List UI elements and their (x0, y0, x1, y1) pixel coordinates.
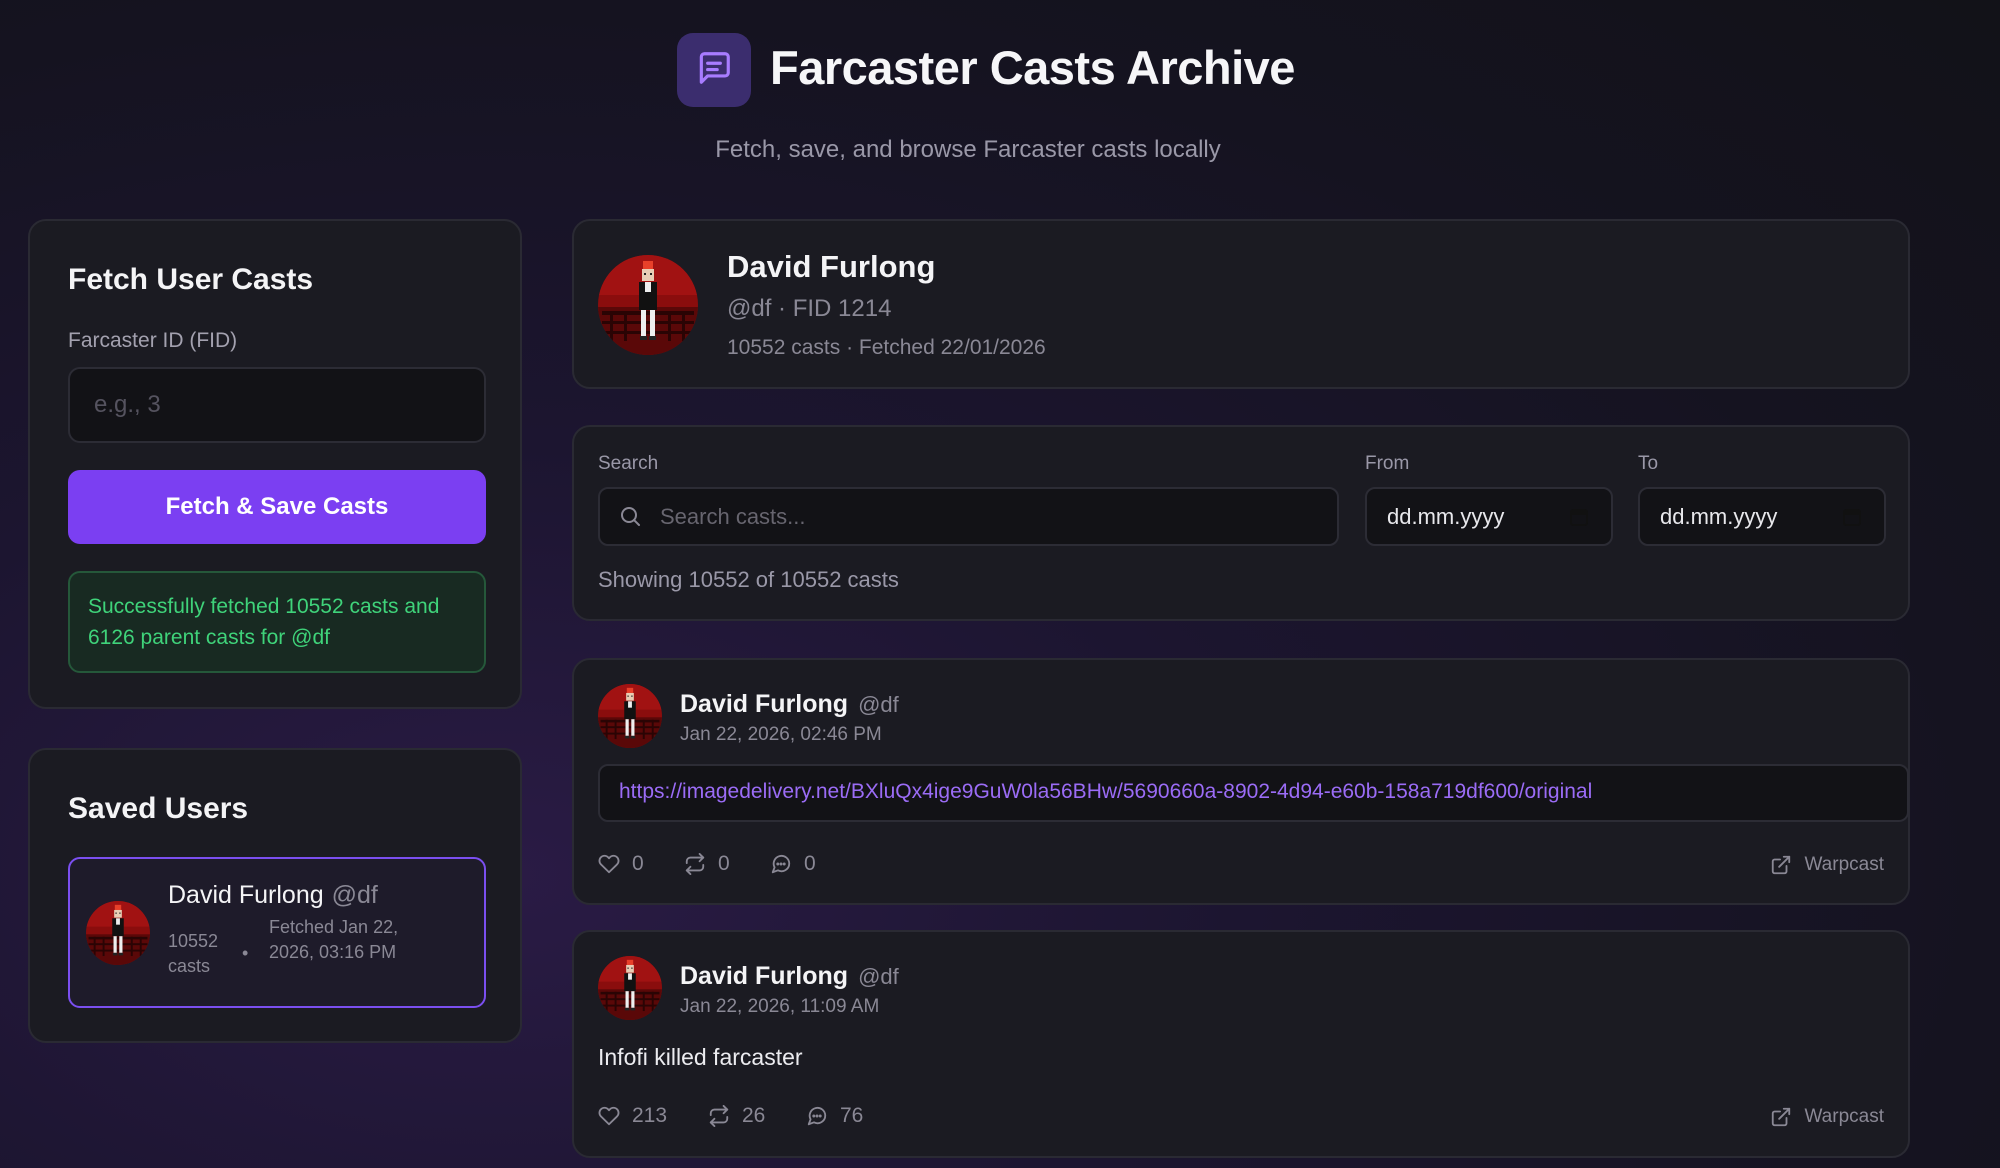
saved-users-card: Saved Users David Furlong @df 10552 casts… (28, 748, 522, 1043)
reply-count[interactable]: 0 (770, 852, 816, 876)
cast-link[interactable]: https://imagedelivery.net/BXluQx4ige9GuW… (598, 764, 1909, 822)
reply-count-value: 76 (840, 1104, 864, 1127)
recast-count[interactable]: 26 (708, 1104, 765, 1128)
cast-date: Jan 22, 2026, 11:09 AM (680, 996, 880, 1017)
fid-label: Farcaster ID (FID) (68, 329, 238, 352)
fetch-casts-title: Fetch User Casts (68, 263, 314, 296)
saved-user-separator: • (242, 943, 249, 963)
fid-input[interactable] (68, 367, 486, 443)
logo (677, 33, 751, 107)
recast-count-value: 0 (718, 852, 730, 875)
cast-handle: @df (858, 964, 899, 989)
external-link-icon (1772, 855, 1791, 875)
from-date-input[interactable]: dd.mm.yyyy (1365, 487, 1613, 546)
warpcast-label: Warpcast (1804, 1106, 1884, 1127)
warpcast-label: Warpcast (1804, 854, 1884, 875)
cast-author-name: David Furlong (680, 962, 849, 990)
calendar-icon[interactable] (1842, 507, 1862, 532)
cast-author-name: David Furlong (680, 690, 849, 718)
cast-avatar (598, 956, 662, 1020)
profile-name: David Furlong (727, 249, 936, 284)
search-label: Search (598, 453, 659, 474)
profile-card: David Furlong @df · FID 1214 10552 casts… (572, 219, 1910, 389)
calendar-icon[interactable] (1569, 507, 1589, 532)
fetch-save-button[interactable]: Fetch & Save Casts (68, 470, 486, 544)
success-message: Successfully fetched 10552 casts and 612… (68, 571, 486, 673)
like-count-value: 0 (632, 852, 644, 875)
repeat-icon (709, 1105, 729, 1127)
showing-count: Showing 10552 of 10552 casts (598, 567, 899, 592)
profile-avatar (598, 255, 698, 355)
cast-author: David Furlong @df (680, 962, 899, 991)
like-count[interactable]: 0 (598, 852, 644, 876)
saved-user-handle: @df (331, 881, 378, 909)
cast-avatar (598, 684, 662, 748)
recast-count-value: 26 (742, 1104, 766, 1127)
saved-user-count-number: 10552 (168, 931, 219, 951)
message-circle-icon (771, 854, 791, 874)
fetch-casts-card: Fetch User Casts Farcaster ID (FID) Fetc… (28, 219, 522, 709)
repeat-icon (685, 853, 705, 875)
search-box (598, 487, 1339, 546)
like-count[interactable]: 213 (598, 1104, 667, 1128)
search-icon (618, 504, 642, 533)
message-square-icon (695, 49, 733, 92)
heart-icon (598, 1106, 620, 1126)
filters-card: Search From dd.mm.yyyy To dd.mm.yyyy Sho… (572, 425, 1910, 621)
external-link-icon (1772, 1107, 1791, 1127)
cast-text: Infofi killed farcaster (598, 1044, 803, 1070)
profile-handle-fid: @df · FID 1214 (727, 295, 892, 322)
search-input[interactable] (660, 489, 1320, 544)
cast-date: Jan 22, 2026, 02:46 PM (680, 724, 882, 745)
to-date-input[interactable]: dd.mm.yyyy (1638, 487, 1886, 546)
from-date-value: dd.mm.yyyy (1387, 504, 1505, 529)
recast-count[interactable]: 0 (684, 852, 730, 876)
avatar (86, 901, 150, 965)
to-date-value: dd.mm.yyyy (1660, 504, 1778, 529)
app-header: Farcaster Casts Archive Fetch, save, and… (0, 0, 2000, 180)
cast-handle: @df (858, 692, 899, 717)
saved-users-title: Saved Users (68, 792, 249, 825)
message-circle-icon (807, 1106, 827, 1126)
page-subtitle: Fetch, save, and browse Farcaster casts … (715, 136, 1221, 163)
to-label: To (1638, 453, 1659, 474)
reply-count-value: 0 (804, 852, 816, 875)
page-title: Farcaster Casts Archive (770, 41, 1295, 94)
warpcast-link[interactable]: Warpcast (1770, 854, 1884, 876)
cast-card: David Furlong @df Jan 22, 2026, 11:09 AM … (572, 930, 1910, 1158)
reply-count[interactable]: 76 (806, 1104, 863, 1128)
saved-user-name: David Furlong @df (168, 881, 378, 910)
cast-card: David Furlong @df Jan 22, 2026, 02:46 PM … (572, 658, 1910, 905)
like-count-value: 213 (632, 1104, 668, 1127)
saved-user-fetched: Fetched Jan 22, 2026, 03:16 PM (269, 917, 399, 962)
warpcast-link[interactable]: Warpcast (1770, 1106, 1884, 1128)
heart-icon (598, 854, 620, 874)
cast-author: David Furlong @df (680, 690, 899, 719)
saved-user-name-text: David Furlong (168, 881, 324, 909)
saved-user-count-word: casts (168, 956, 211, 976)
saved-user-count: 10552 casts (168, 929, 238, 979)
profile-meta: 10552 casts · Fetched 22/01/2026 (727, 336, 1046, 359)
saved-user-item[interactable]: David Furlong @df 10552 casts • Fetched J… (68, 857, 486, 1008)
from-label: From (1365, 453, 1410, 474)
